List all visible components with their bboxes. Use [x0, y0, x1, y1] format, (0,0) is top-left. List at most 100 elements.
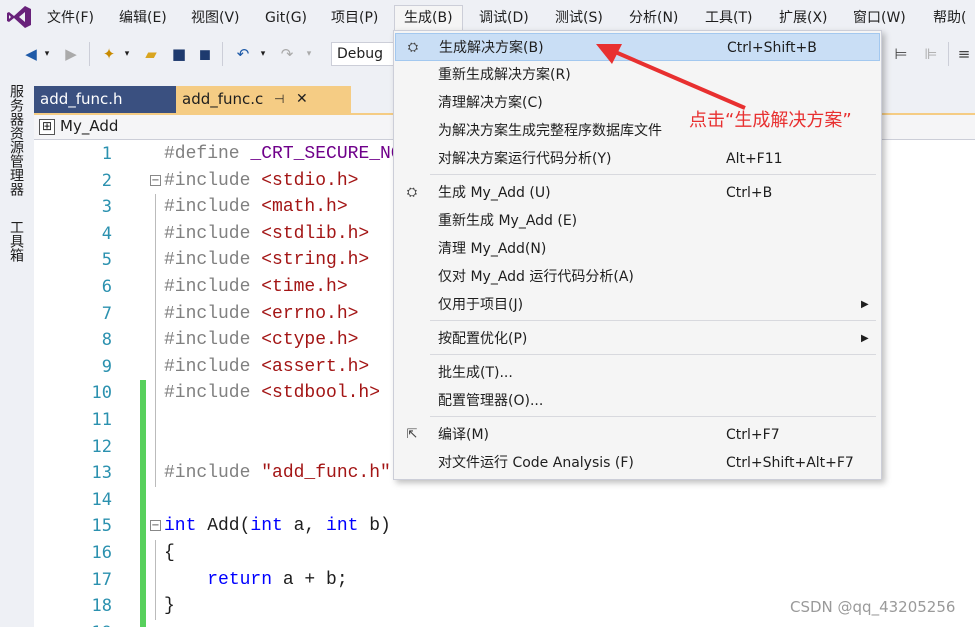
change-indicator — [140, 486, 146, 514]
outline-guide — [155, 540, 156, 567]
fold-toggle-icon[interactable]: − — [150, 174, 161, 186]
menu-project[interactable]: 项目(P) — [322, 6, 387, 30]
code-line[interactable]: 15 − int Add(int a, int b) — [34, 513, 975, 540]
redo-icon[interactable]: ↷ — [276, 42, 298, 66]
menu-separator — [430, 354, 876, 355]
menu-git[interactable]: Git(G) — [256, 6, 316, 30]
code-text: #include <time.h> — [164, 277, 348, 297]
menu-test[interactable]: 测试(S) — [546, 6, 612, 30]
toolbar-separator — [948, 42, 949, 66]
line-number: 9 — [101, 356, 112, 377]
menu-item-label: 配置管理器(O)... — [438, 393, 544, 409]
line-number: 5 — [101, 250, 112, 271]
build-menu-item-15[interactable]: 对文件运行 Code Analysis (F) Ctrl+Shift+Alt+F7 — [395, 449, 880, 477]
change-indicator — [140, 566, 146, 594]
build-menu-item-11[interactable]: 按配置优化(P) ▶ — [395, 325, 880, 353]
build-menu-item-10[interactable]: 仅用于项目(J) ▶ — [395, 291, 880, 319]
change-indicator — [140, 433, 146, 461]
menu-item-label: 清理解决方案(C) — [438, 95, 543, 111]
menu-debug[interactable]: 调试(D) — [470, 6, 538, 30]
menu-item-shortcut: Ctrl+F7 — [726, 427, 780, 443]
build-menu-item-9[interactable]: 仅对 My_Add 运行代码分析(A) — [395, 263, 880, 291]
save-icon[interactable]: ■ — [168, 42, 190, 66]
toolbar-icon-format[interactable]: ⊨ — [890, 42, 912, 66]
build-menu-item-1[interactable]: ⛭ 生成解决方案(B) Ctrl+Shift+B — [395, 33, 880, 61]
menu-extensions[interactable]: 扩展(X) — [770, 6, 837, 30]
menu-edit[interactable]: 编辑(E) — [110, 6, 176, 30]
watermark: CSDN @qq_43205256 — [790, 598, 956, 616]
server-explorer-tab[interactable]: 服务器资源管理器 — [6, 84, 26, 196]
toolbar-icon-comment[interactable]: ≡ — [953, 42, 975, 66]
outline-guide — [155, 274, 156, 301]
menu-item-shortcut: Alt+F11 — [726, 151, 783, 167]
code-text: int Add(int a, int b) — [164, 516, 391, 537]
code-line[interactable]: 16 { — [34, 540, 975, 567]
code-text: #include <ctype.h> — [164, 330, 359, 351]
undo-dropdown-icon[interactable]: ▾ — [252, 42, 274, 66]
change-indicator — [140, 593, 146, 620]
menu-separator — [430, 416, 876, 417]
outline-guide — [155, 380, 156, 407]
toolbox-tab[interactable]: 工具箱 — [6, 220, 26, 262]
tab-add-func-c[interactable]: add_func.c ⊣ ✕ — [176, 86, 351, 113]
menu-help[interactable]: 帮助( — [924, 6, 975, 30]
menu-item-label: 清理 My_Add(N) — [438, 241, 547, 257]
code-line[interactable]: 17 return a + b; — [34, 566, 975, 594]
menu-window[interactable]: 窗口(W) — [844, 6, 915, 30]
forward-icon[interactable]: ▶ — [60, 42, 82, 66]
build-menu-item-8[interactable]: 清理 My_Add(N) — [395, 235, 880, 263]
pin-icon[interactable]: ⊣ — [274, 86, 284, 113]
close-icon[interactable]: ✕ — [296, 86, 308, 113]
save-all-icon[interactable]: ◼ — [194, 42, 216, 66]
project-scope-select[interactable]: My_Add — [60, 117, 118, 135]
build-menu-item-13[interactable]: 配置管理器(O)... — [395, 387, 880, 415]
line-number: 13 — [91, 463, 112, 484]
menu-build[interactable]: 生成(B) — [394, 5, 463, 32]
back-dropdown-icon[interactable]: ▾ — [36, 42, 58, 66]
build-menu-item-5[interactable]: 对解决方案运行代码分析(Y) Alt+F11 — [395, 145, 880, 173]
solution-config-select[interactable]: Debug — [331, 42, 395, 66]
undo-icon[interactable]: ↶ — [232, 42, 254, 66]
open-file-icon[interactable]: ▰ — [140, 42, 162, 66]
menu-file[interactable]: 文件(F) — [38, 6, 103, 30]
toolbar-icon-unindent[interactable]: ⊫ — [920, 42, 942, 66]
code-line[interactable]: 19 — [34, 619, 975, 627]
menu-item-label: 为解决方案生成完整程序数据库文件 — [438, 123, 662, 139]
redo-dropdown-icon[interactable]: ▾ — [298, 42, 320, 66]
menu-item-label: 对文件运行 Code Analysis (F) — [438, 455, 634, 471]
menu-analyze[interactable]: 分析(N) — [620, 6, 687, 30]
code-text: return a + b; — [207, 569, 348, 590]
new-item-dropdown-icon[interactable]: ▾ — [116, 42, 138, 66]
outline-guide — [155, 220, 156, 248]
build-menu-item-2[interactable]: 重新生成解决方案(R) — [395, 61, 880, 89]
code-text: { — [164, 543, 175, 563]
change-indicator — [140, 460, 146, 487]
outline-guide — [155, 194, 156, 221]
code-line[interactable]: 14 — [34, 486, 975, 514]
outline-guide — [155, 593, 156, 620]
build-menu-item-6[interactable]: ⛭ 生成 My_Add (U) Ctrl+B — [395, 179, 880, 207]
toolbar-separator — [222, 42, 223, 66]
code-text: #include <stdbool.h> — [164, 383, 381, 404]
build-menu-item-7[interactable]: 重新生成 My_Add (E) — [395, 207, 880, 235]
menu-view[interactable]: 视图(V) — [182, 6, 249, 30]
tab-add-func-h[interactable]: add_func.h — [34, 86, 176, 113]
menu-tools[interactable]: 工具(T) — [696, 6, 761, 30]
build-menu-item-14[interactable]: ⇱ 编译(M) Ctrl+F7 — [395, 421, 880, 449]
outline-guide — [155, 433, 156, 461]
menu-item-shortcut: Ctrl+B — [726, 185, 773, 201]
line-number: 8 — [101, 330, 112, 351]
outline-guide — [155, 300, 156, 328]
line-number: 18 — [91, 596, 112, 617]
build-solution-icon: ⛭ — [407, 40, 419, 55]
code-text: #include <stdio.h> — [164, 170, 359, 191]
line-number: 4 — [101, 223, 112, 244]
menu-separator — [430, 320, 876, 321]
code-text: #define _CRT_SECURE_NO — [164, 144, 402, 164]
fold-toggle-icon[interactable]: − — [150, 520, 161, 532]
menu-item-label: 生成 My_Add (U) — [438, 185, 551, 201]
visual-studio-logo-icon[interactable] — [6, 4, 32, 30]
tab-label: add_func.c — [182, 90, 264, 108]
line-number: 15 — [91, 516, 112, 537]
build-menu-item-12[interactable]: 批生成(T)... — [395, 359, 880, 387]
